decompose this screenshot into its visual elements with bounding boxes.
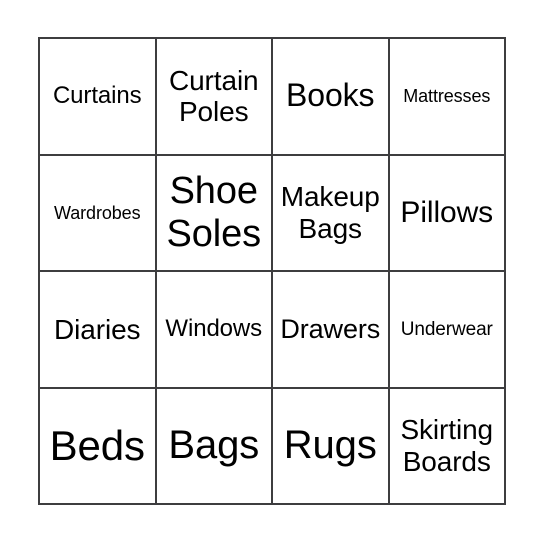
bingo-cell-label: Bags bbox=[168, 423, 260, 468]
bingo-cell[interactable]: Shoe Soles bbox=[156, 155, 273, 272]
bingo-cell-label: Skirting Boards bbox=[400, 414, 494, 477]
bingo-cell-label: Windows bbox=[165, 314, 263, 342]
bingo-cell-label: Beds bbox=[49, 422, 145, 470]
bingo-cell[interactable]: Diaries bbox=[40, 272, 157, 389]
bingo-cell-label: Mattresses bbox=[403, 86, 491, 107]
bingo-cell-label: Underwear bbox=[400, 318, 493, 340]
bingo-cell[interactable]: Pillows bbox=[389, 155, 506, 272]
bingo-cell[interactable]: Mattresses bbox=[389, 39, 506, 156]
bingo-card-grid: Curtains Curtain Poles Books Mattresses … bbox=[38, 37, 506, 505]
bingo-cell[interactable]: Skirting Boards bbox=[389, 388, 506, 505]
bingo-cell[interactable]: Curtain Poles bbox=[156, 39, 273, 156]
bingo-cell[interactable]: Underwear bbox=[389, 272, 506, 389]
bingo-cell[interactable]: Beds bbox=[40, 388, 157, 505]
bingo-cell[interactable]: Drawers bbox=[273, 272, 390, 389]
bingo-cell[interactable]: Rugs bbox=[273, 388, 390, 505]
bingo-cell-label: Diaries bbox=[54, 313, 141, 345]
bingo-cell-label: Curtains bbox=[52, 81, 142, 109]
bingo-cell[interactable]: Curtains bbox=[40, 39, 157, 156]
bingo-cell-label: Pillows bbox=[400, 195, 494, 229]
bingo-cell[interactable]: Windows bbox=[156, 272, 273, 389]
bingo-cell[interactable]: Books bbox=[273, 39, 390, 156]
bingo-cell[interactable]: Bags bbox=[156, 388, 273, 505]
bingo-cell[interactable]: Wardrobes bbox=[40, 155, 157, 272]
bingo-cell[interactable]: Makeup Bags bbox=[273, 155, 390, 272]
bingo-cell-label: Makeup Bags bbox=[280, 181, 380, 244]
bingo-cell-label: Rugs bbox=[283, 423, 377, 468]
bingo-cell-label: Shoe Soles bbox=[166, 170, 262, 255]
bingo-cell-label: Books bbox=[286, 77, 375, 114]
bingo-cell-label: Curtain Poles bbox=[168, 64, 259, 128]
bingo-cell-label: Wardrobes bbox=[54, 202, 141, 223]
bingo-cell-label: Drawers bbox=[280, 314, 381, 345]
